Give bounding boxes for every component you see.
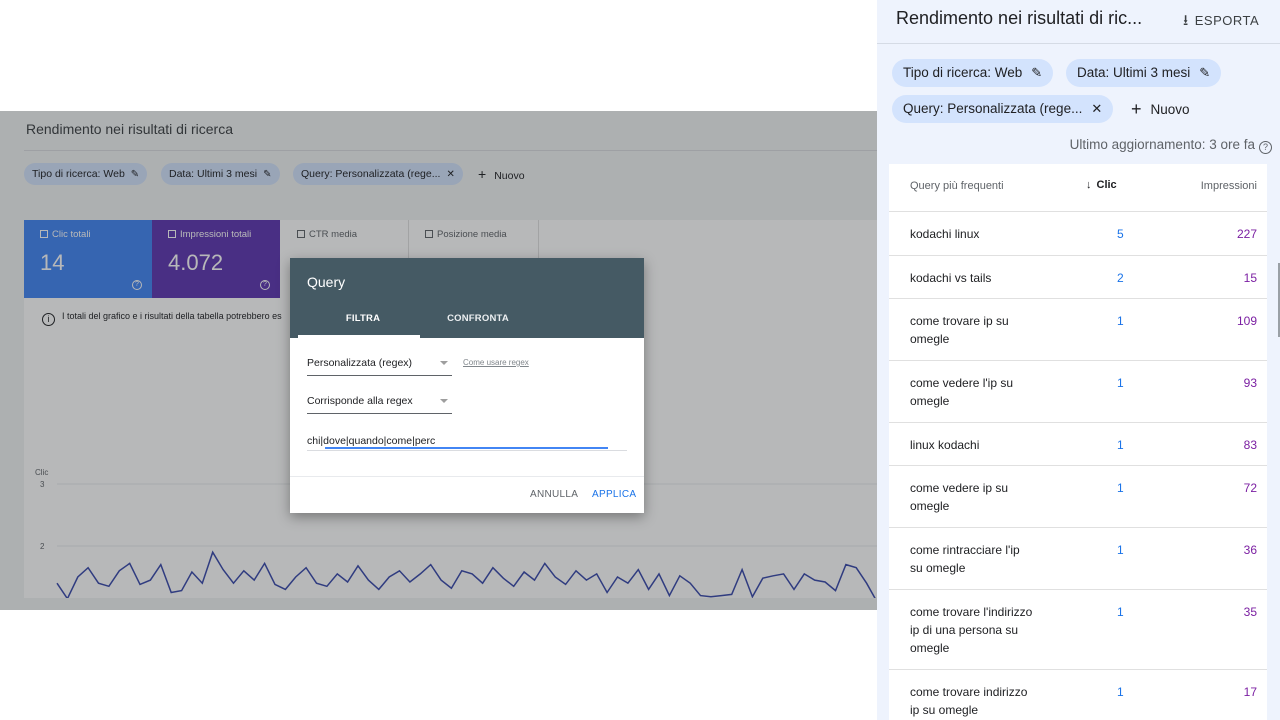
query-cell: come trovare l'indirizzo ip di una perso… [910,605,1033,655]
chip-query[interactable]: Query: Personalizzata (rege... ✕ [892,95,1114,123]
clicks-cell: 1 [1117,543,1124,557]
column-header-query[interactable]: Query più frequenti [910,180,1004,192]
impressions-cell: 109 [1236,314,1257,328]
table-header: Query più frequenti ↓ Clic Impressioni [889,164,1267,212]
query-cell: come vedere ip su omegle [910,481,1009,513]
tab-compare[interactable]: CONFRONTA [413,313,543,324]
export-button[interactable]: ⭳ ESPORTA [1183,10,1259,35]
table-row[interactable]: kodachi linux 5 227 [889,212,1267,256]
edit-icon: ✎ [1031,65,1043,80]
help-icon[interactable]: ? [1259,141,1272,154]
impressions-cell: 227 [1236,227,1257,241]
dialog-title: Query [307,274,346,290]
table-row[interactable]: come trovare ip su omegle 1 109 [889,299,1267,361]
dialog-header: Query FILTRA CONFRONTA [290,258,644,338]
clicks-cell: 1 [1117,314,1124,328]
impressions-cell: 36 [1243,543,1257,557]
match-type-select[interactable]: Corrisponde alla regex [307,392,452,414]
query-cell: come rintracciare l'ip su omegle [910,543,1020,575]
divider [877,43,1280,44]
last-updated: Ultimo aggiornamento: 3 ore fa? [1070,137,1272,154]
impressions-cell: 83 [1243,438,1257,452]
plus-icon: + [1131,99,1142,119]
select-value: Personalizzata (regex) [307,357,413,369]
add-filter-label: Nuovo [1150,102,1190,117]
select-value: Corrisponde alla regex [307,395,413,407]
clicks-cell: 1 [1117,605,1124,619]
queries-table: Query più frequenti ↓ Clic Impressioni ko… [889,164,1267,720]
chip-label: Data: Ultimi 3 mesi [1077,65,1191,80]
table-row[interactable]: come trovare l'indirizzo ip di una perso… [889,590,1267,670]
last-updated-text: Ultimo aggiornamento: 3 ore fa [1069,137,1255,152]
tab-filter[interactable]: FILTRA [298,313,428,324]
table-row[interactable]: come trovare indirizzo ip su omegle 1 17 [889,670,1267,720]
dropdown-arrow-icon [440,361,448,365]
sort-descending-icon: ↓ [1086,179,1092,191]
download-icon: ⭳ [1183,12,1189,29]
chip-search-type[interactable]: Tipo di ricerca: Web ✎ [892,59,1054,87]
dropdown-arrow-icon [440,399,448,403]
chip-date[interactable]: Data: Ultimi 3 mesi ✎ [1066,59,1222,87]
table-row[interactable]: come vedere l'ip su omegle 1 93 [889,361,1267,423]
table-body: kodachi linux 5 227 kodachi vs tails 2 15 come… [889,212,1267,720]
page-title: Rendimento nei risultati di ric... [896,8,1143,28]
divider [290,476,644,477]
impressions-cell: 17 [1243,685,1257,699]
clicks-cell: 1 [1117,481,1124,495]
impressions-cell: 93 [1243,376,1257,390]
column-header-clicks[interactable]: ↓ Clic [1086,179,1117,191]
filter-type-select[interactable]: Personalizzata (regex) [307,354,452,376]
clicks-cell: 1 [1117,438,1124,452]
close-icon: ✕ [1091,101,1103,116]
clicks-cell: 1 [1117,685,1124,699]
chip-label: Query: Personalizzata (rege... [903,101,1083,116]
query-cell: come trovare indirizzo ip su omegle [910,685,1028,717]
clicks-cell: 2 [1117,271,1124,285]
regex-help-link[interactable]: Come usare regex [463,358,529,367]
query-cell: come vedere l'ip su omegle [910,376,1014,408]
query-filter-dialog: Query FILTRA CONFRONTA Personalizzata (r… [290,258,644,513]
apply-button[interactable]: APPLICA [592,489,636,500]
query-cell: kodachi linux [910,227,980,241]
column-header-label: Clic [1096,179,1117,191]
chip-label: Tipo di ricerca: Web [903,65,1023,80]
table-row[interactable]: kodachi vs tails 2 15 [889,256,1267,299]
table-row[interactable]: linux kodachi 1 83 [889,423,1267,466]
add-filter-button[interactable]: + Nuovo [1131,95,1190,123]
export-label: ESPORTA [1194,13,1260,28]
mobile-report-panel: Rendimento nei risultati di ric... ⭳ ESPO… [877,0,1280,720]
input-focus-underline [325,447,608,449]
active-tab-indicator [298,335,420,338]
clicks-cell: 5 [1117,227,1124,241]
column-header-impressions[interactable]: Impressioni [1201,180,1257,192]
edit-icon: ✎ [1199,65,1211,80]
impressions-cell: 72 [1243,481,1257,495]
cancel-button[interactable]: ANNULLA [530,489,578,500]
query-cell: kodachi vs tails [910,271,992,285]
impressions-cell: 35 [1243,605,1257,619]
table-row[interactable]: come vedere ip su omegle 1 72 [889,466,1267,528]
impressions-cell: 15 [1243,271,1257,285]
query-cell: linux kodachi [910,438,980,452]
table-row[interactable]: come rintracciare l'ip su omegle 1 36 [889,528,1267,590]
clicks-cell: 1 [1117,376,1124,390]
query-cell: come trovare ip su omegle [910,314,1009,346]
